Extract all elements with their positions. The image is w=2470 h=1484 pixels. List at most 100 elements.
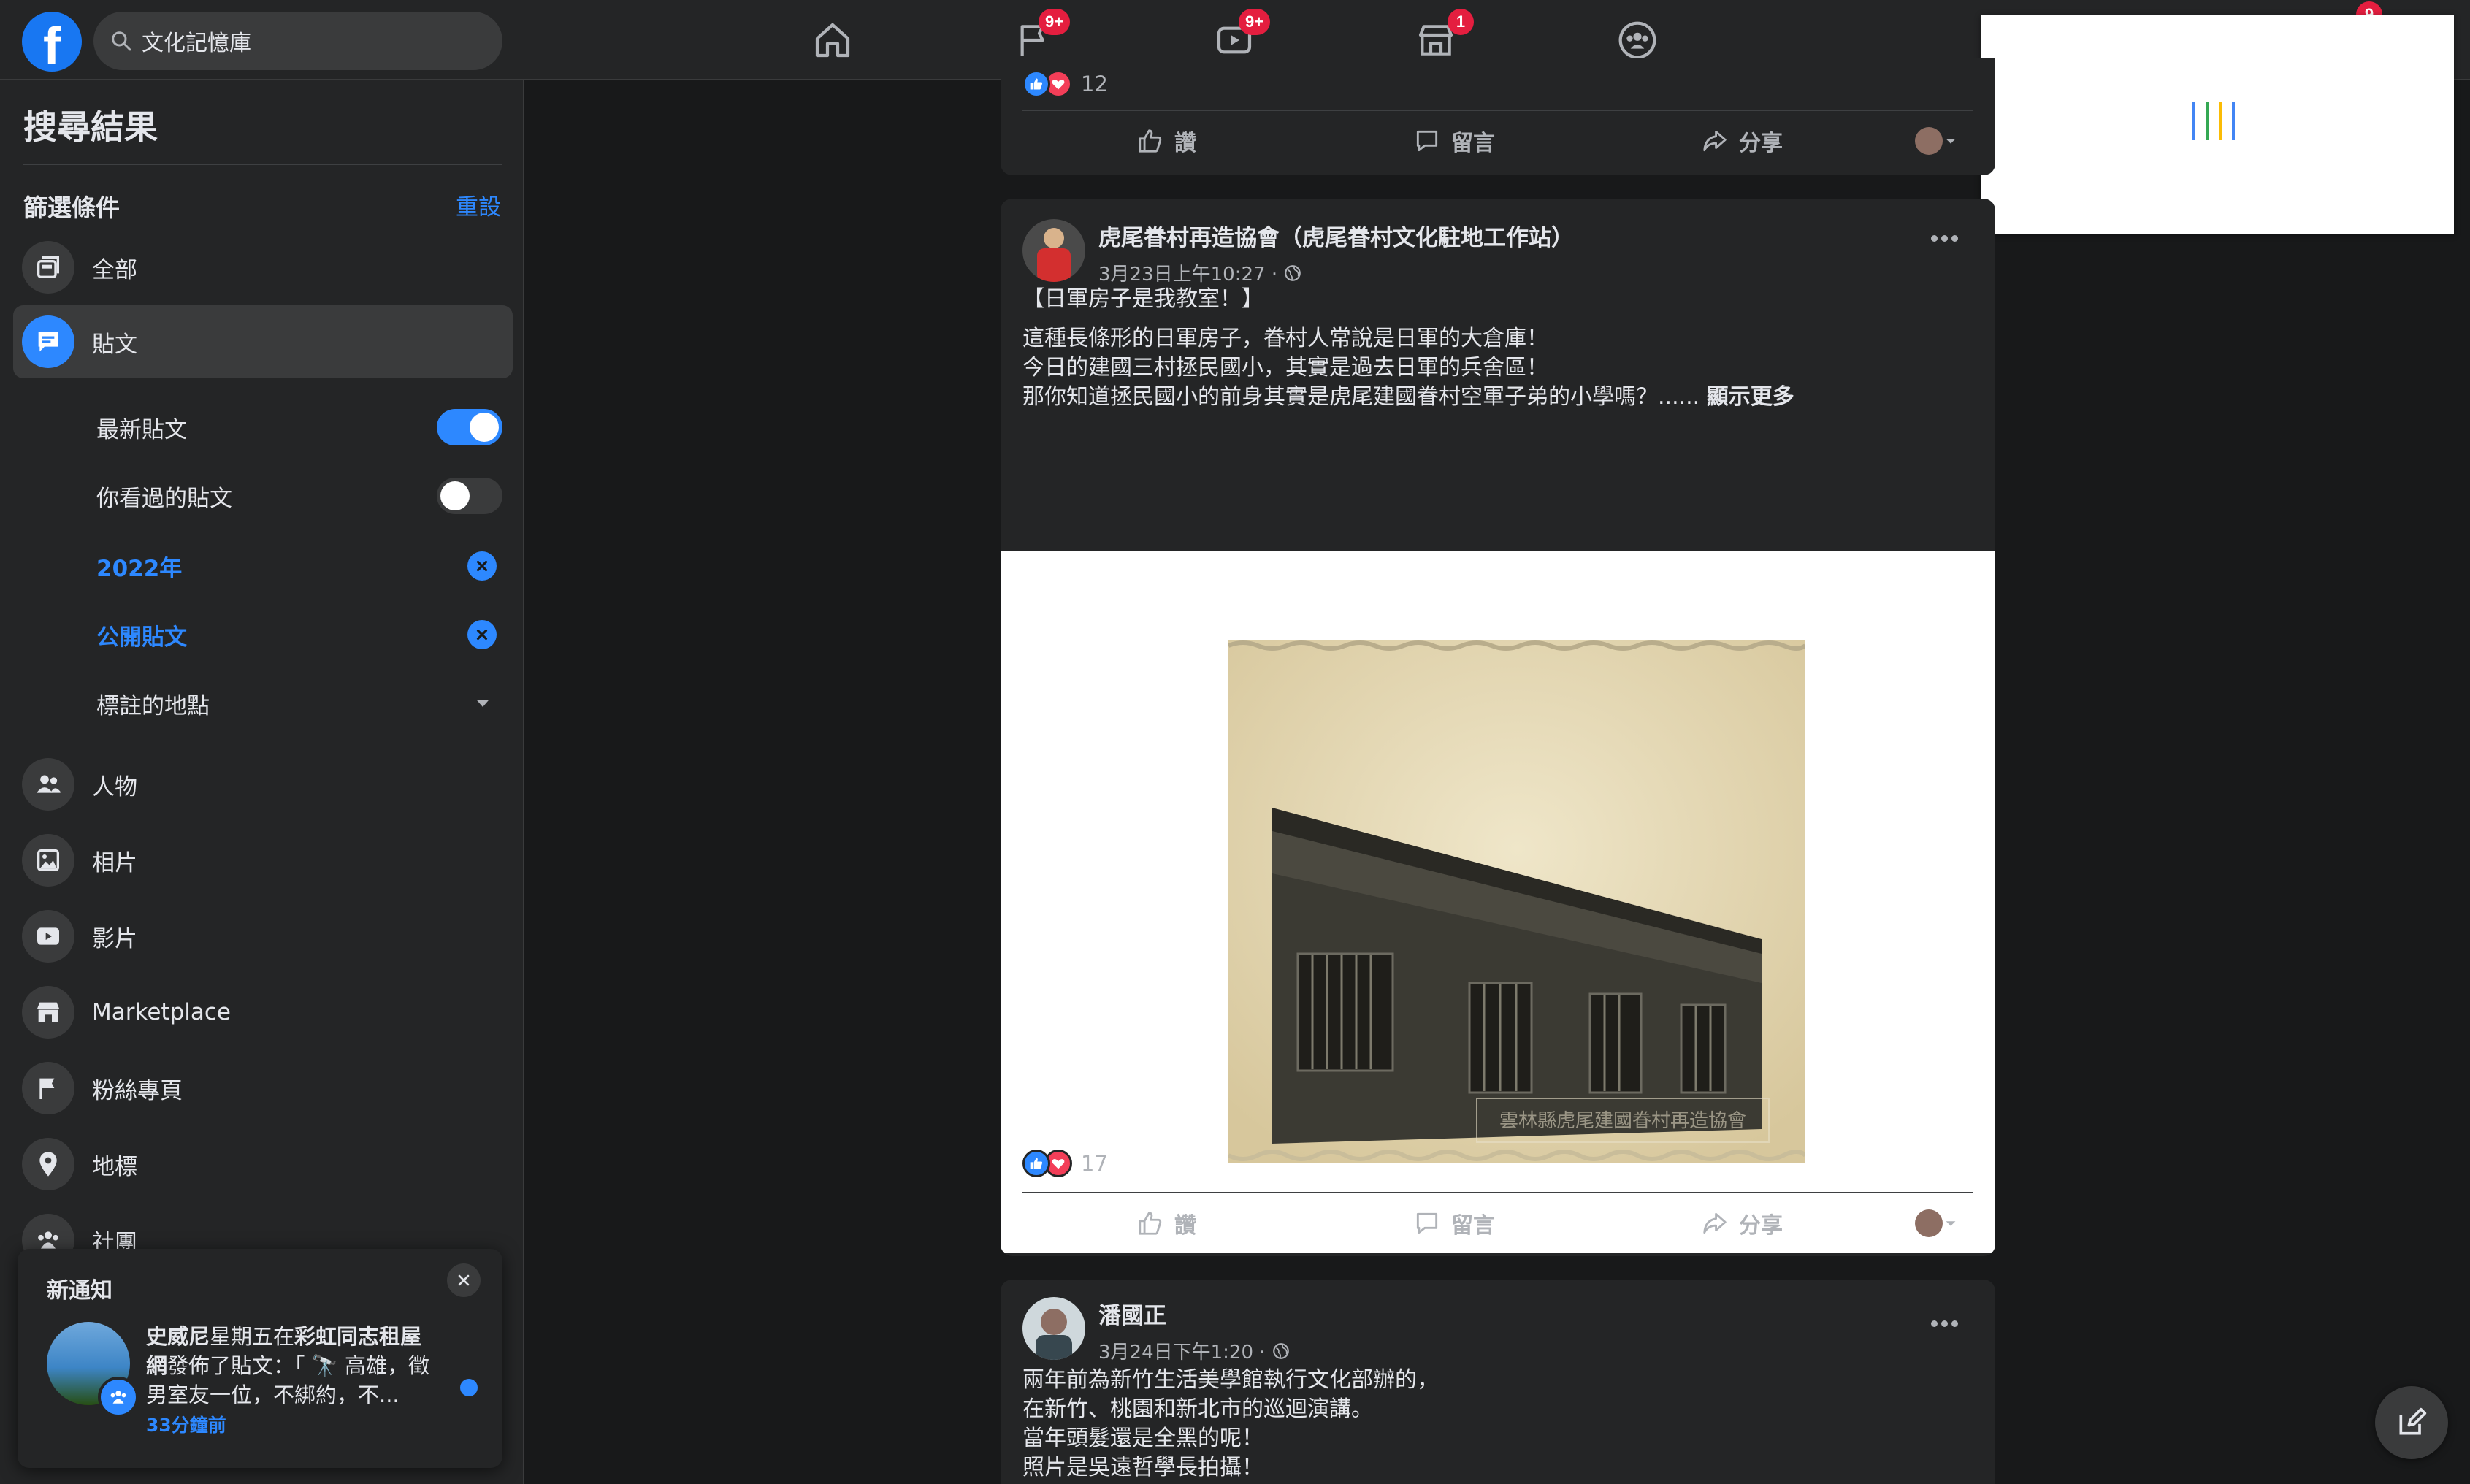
filter-year[interactable]: 2022年 [96, 540, 502, 592]
post-card: 潘國正 3月24日下午1:20 · 兩年前為新竹生活美學館執行文化部辦的， 在新… [1001, 1280, 1995, 1484]
post-line: 照片是吳遠哲學長拍攝！ [1022, 1455, 1263, 1480]
search-filters-sidebar: 搜尋結果 篩選條件 重設 全部 貼文 最新貼文 你看過的貼文 2022年 公開貼… [0, 80, 524, 1484]
unread-dot [460, 1379, 478, 1396]
thumbs-up-icon [1139, 1212, 1162, 1235]
close-icon [458, 1274, 470, 1286]
filter-label: 2022年 [96, 555, 183, 582]
avatar[interactable] [1022, 1297, 1085, 1360]
home-icon [815, 23, 850, 58]
post-author[interactable]: 虎尾眷村再造協會（虎尾眷村文化駐地工作站） [1098, 219, 1574, 252]
reaction-count: 12 [1081, 72, 1108, 96]
search-box[interactable] [93, 12, 502, 70]
thumbs-up-icon [1139, 129, 1162, 153]
post-line: 這種長條形的日軍房子，眷村人常說是日軍的大倉庫！ [1022, 326, 1548, 351]
filter-category-all[interactable]: 全部 [13, 231, 513, 304]
loading-spinner-icon [2192, 102, 2245, 143]
page-title: 搜尋結果 [23, 107, 158, 147]
reactions-summary[interactable]: 12 [1022, 70, 1108, 98]
category-label: 影片 [92, 925, 137, 952]
close-icon [476, 560, 488, 572]
all-results-icon [22, 241, 74, 294]
globe-public-icon [1272, 1342, 1289, 1359]
reactions-summary[interactable]: 17 [1022, 1150, 1108, 1177]
reaction-count: 17 [1081, 1151, 1108, 1176]
reaction-profile-selector[interactable] [1915, 1209, 1959, 1237]
comment-label: 留言 [1451, 131, 1495, 156]
avatar[interactable] [1022, 219, 1085, 282]
pages-flag-icon [22, 1062, 74, 1114]
watch-notification-badge: 9+ [1239, 9, 1271, 35]
post-author[interactable]: 潘國正 [1098, 1297, 1291, 1330]
more-options-button[interactable] [1931, 235, 1962, 242]
filter-category-marketplace[interactable]: Marketplace [13, 976, 513, 1049]
post-text: 兩年前為新竹生活美學館執行文化部辦的， 在新竹、桃園和新北市的巡迴演講。 當年頭… [1022, 1366, 1439, 1483]
chevron-down-icon [1946, 1221, 1956, 1226]
filter-public-posts[interactable]: 公開貼文 [96, 609, 502, 660]
videos-icon [22, 910, 74, 963]
like-button[interactable]: 讚 [1022, 125, 1310, 157]
comment-button[interactable]: 留言 [1310, 125, 1598, 157]
reset-filters-link[interactable]: 重設 [456, 188, 501, 221]
reaction-profile-selector[interactable] [1915, 127, 1959, 155]
post-photo: 雲林縣虎尾建國眷村再造協會 [1227, 640, 1808, 1163]
people-icon [22, 758, 74, 811]
share-arrow-icon [1703, 130, 1727, 152]
notification-rest: 發佈了貼文：「 🔭 高雄，徵男室友一位，不綁約，不... [146, 1353, 430, 1407]
avatar [1915, 1209, 1943, 1237]
close-notification-button[interactable] [447, 1263, 481, 1297]
category-label: 地標 [92, 1153, 137, 1180]
filter-label: 最新貼文 [96, 416, 187, 443]
marketplace-notification-badge: 1 [1448, 9, 1474, 35]
category-label: 全部 [92, 256, 137, 283]
post-line: 那你知道拯民國小的前身其實是虎尾建國眷村空軍子弟的小學嗎？...... [1022, 384, 1700, 410]
avatar [1915, 127, 1943, 155]
new-message-button[interactable] [2375, 1386, 2448, 1459]
filter-label: 你看過的貼文 [96, 485, 232, 512]
notification-time: 33分鐘前 [146, 1415, 226, 1436]
filter-tagged-location[interactable]: 標註的地點 [96, 678, 502, 729]
filter-category-posts[interactable]: 貼文 [13, 305, 513, 378]
see-more-link[interactable]: 顯示更多 [1707, 384, 1794, 410]
post-header: 虎尾眷村再造協會（虎尾眷村文化駐地工作站） 3月23日上午10:27 · [1022, 219, 1574, 286]
post-photo-container[interactable]: 雲林縣虎尾建國眷村再造協會 [1001, 551, 1995, 1253]
post-line: 【日軍房子是我教室！】 [1022, 286, 1263, 312]
filter-category-places[interactable]: 地標 [13, 1128, 513, 1201]
share-button[interactable]: 分享 [1598, 125, 1886, 157]
group-badge-icon [98, 1377, 139, 1418]
post-timestamp[interactable]: 3月24日下午1:20 · [1098, 1337, 1266, 1364]
nav-home-button[interactable] [789, 13, 876, 67]
seen-posts-toggle[interactable] [437, 478, 502, 514]
facebook-logo-icon[interactable]: f [22, 12, 82, 72]
filter-recent-posts: 最新貼文 [96, 402, 502, 453]
recent-posts-toggle[interactable] [437, 409, 502, 445]
more-options-button[interactable] [1931, 1320, 1962, 1327]
clear-year-filter-button[interactable] [467, 551, 497, 581]
comment-label: 留言 [1451, 1213, 1495, 1239]
like-label: 讚 [1174, 1213, 1196, 1239]
new-notification-card[interactable]: 新通知 史威尼星期五在彩虹同志租屋網發佈了貼文：「 🔭 高雄，徵男室友一位，不綁… [18, 1249, 502, 1468]
category-label: Marketplace [92, 999, 231, 1025]
share-button[interactable]: 分享 [1598, 1207, 1886, 1239]
filter-category-pages[interactable]: 粉絲專頁 [13, 1052, 513, 1125]
filter-label: 公開貼文 [96, 624, 187, 651]
divider [23, 164, 502, 165]
search-icon [112, 31, 131, 51]
clear-public-filter-button[interactable] [467, 620, 497, 649]
filter-seen-posts: 你看過的貼文 [96, 470, 502, 521]
filters-heading: 篩選條件 [23, 194, 120, 222]
notification-title: 新通知 [47, 1278, 112, 1304]
comment-button[interactable]: 留言 [1310, 1207, 1598, 1239]
close-icon [476, 629, 488, 640]
post-timestamp[interactable]: 3月23日上午10:27 · [1098, 259, 1277, 286]
notification-actor: 史威尼 [146, 1324, 210, 1349]
loading-popup [1981, 15, 2454, 234]
filter-category-videos[interactable]: 影片 [13, 900, 513, 973]
post-header: 潘國正 3月24日下午1:20 · [1022, 1297, 1291, 1364]
compose-edit-icon [2399, 1407, 2427, 1435]
filter-category-photos[interactable]: 相片 [13, 824, 513, 897]
like-button[interactable]: 讚 [1022, 1207, 1310, 1239]
search-input[interactable] [142, 28, 463, 54]
comment-bubble-icon [1416, 130, 1438, 152]
post-actions-bar: 讚 留言 分享 [1022, 1192, 1973, 1253]
filter-category-people[interactable]: 人物 [13, 748, 513, 821]
